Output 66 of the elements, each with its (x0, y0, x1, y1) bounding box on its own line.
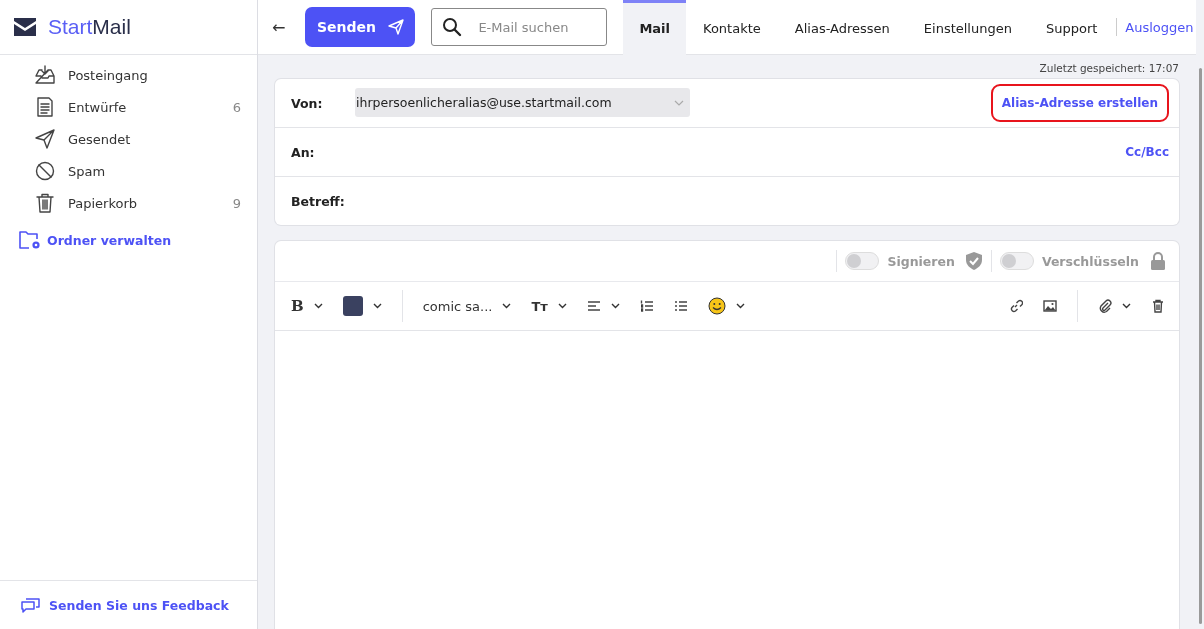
saved-status: Zuletzt gespeichert: 17:07 (1038, 62, 1179, 74)
inbox-icon (34, 64, 56, 86)
manage-folders-link[interactable]: Ordner verwalten (47, 232, 172, 248)
field-label: Betreff: (291, 193, 346, 209)
folder-item[interactable]: Spam (0, 155, 257, 187)
logout-link[interactable]: Ausloggen (1125, 19, 1194, 35)
toggle-switch[interactable] (999, 252, 1034, 270)
nav-tab[interactable]: Einstellungen (906, 0, 1029, 55)
trash-icon (34, 192, 56, 214)
toggle-switch[interactable] (845, 252, 880, 270)
paper-plane-icon (34, 128, 56, 150)
align-button[interactable] (586, 300, 620, 312)
blocked-icon (34, 160, 56, 182)
envelope-icon (14, 18, 36, 36)
emoji-button[interactable] (707, 297, 745, 315)
bullet-list-icon[interactable] (673, 300, 688, 312)
lock-icon (1149, 251, 1167, 271)
chevron-down-icon (372, 303, 382, 309)
paperclip-icon (1098, 299, 1112, 313)
chevron-down-icon (610, 303, 620, 309)
folder-item[interactable]: Posteingang (0, 59, 257, 91)
field-label: Von: (291, 95, 324, 111)
shield-check-icon (964, 251, 983, 271)
folder-gear-icon (18, 229, 42, 251)
font-dropdown[interactable]: comic sa... (422, 298, 512, 314)
chevron-down-icon (735, 303, 745, 309)
trash-icon[interactable] (1151, 299, 1165, 313)
nav-tab[interactable]: Alias-Adressen (777, 0, 907, 55)
text-color-button[interactable] (342, 296, 382, 316)
feedback-link[interactable]: Senden Sie uns Feedback (49, 597, 229, 613)
font-size-button[interactable]: Tт (531, 298, 567, 314)
document-icon (34, 96, 56, 118)
cc-bcc-link[interactable]: Cc/Bcc (1125, 145, 1169, 159)
search-icon (442, 17, 463, 37)
chevron-down-icon (674, 99, 684, 106)
folder-item[interactable]: Gesendet (0, 123, 257, 155)
nav-tab[interactable]: Kontakte (686, 0, 778, 55)
sender-dropdown[interactable]: ihrpersoenlicheralias@use.startmail.com (355, 88, 690, 117)
scrollbar-thumb[interactable] (1198, 68, 1202, 624)
field-label: An: (291, 144, 316, 160)
link-icon[interactable] (1009, 299, 1023, 313)
chevron-down-icon (557, 303, 567, 309)
nav-tab[interactable]: Support (1028, 0, 1115, 55)
toggle-label: Signieren (887, 253, 955, 269)
nav-tab[interactable]: Mail (623, 0, 687, 55)
search-field[interactable]: E-Mail suchen (431, 8, 608, 46)
create-alias-link[interactable]: Alias-Adresse erstellen (990, 84, 1169, 122)
toggle-label: Verschlüsseln (1041, 253, 1139, 269)
paper-plane-icon (387, 19, 404, 35)
numbered-list-icon[interactable] (639, 300, 654, 312)
chevron-down-icon (1122, 303, 1131, 309)
attach-button[interactable] (1098, 299, 1131, 313)
smiley-icon (707, 297, 726, 315)
align-left-icon (586, 300, 601, 312)
chat-bubbles-icon (20, 596, 40, 614)
image-icon[interactable] (1043, 300, 1057, 312)
unread-count: 9 (232, 195, 241, 211)
logo: StartMail (48, 15, 131, 39)
chevron-down-icon (502, 303, 512, 309)
folder-item[interactable]: Papierkorb 9 (0, 187, 257, 219)
back-button[interactable]: ← (272, 17, 286, 37)
bold-button[interactable]: B (291, 297, 323, 315)
chevron-down-icon (313, 303, 323, 309)
unread-count: 6 (232, 99, 241, 115)
folder-item[interactable]: Entwürfe 6 (0, 91, 257, 123)
send-button[interactable]: Senden (305, 7, 416, 47)
